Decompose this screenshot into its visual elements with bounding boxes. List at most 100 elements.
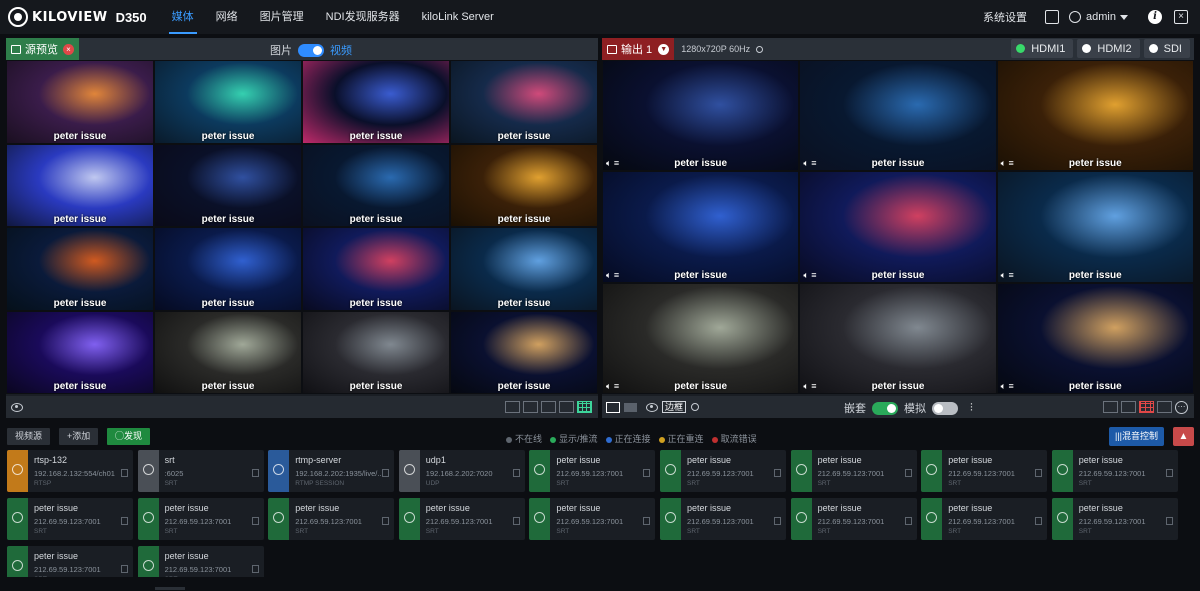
preview-video-cell[interactable]: peter issue [450, 227, 598, 311]
port-sdi-button[interactable]: SDI [1143, 39, 1190, 58]
preview-video-cell[interactable]: peter issue [6, 310, 154, 394]
nest-toggle[interactable] [872, 401, 898, 415]
source-card[interactable]: peter issue 212.69.59.123:7001 SRT [660, 450, 786, 492]
delete-icon[interactable] [774, 517, 781, 525]
image-video-toggle[interactable] [298, 43, 324, 57]
add-source-button[interactable]: +添加 [59, 428, 99, 445]
info-icon[interactable]: i [1148, 10, 1162, 24]
preview-video-cell[interactable]: peter issue [6, 60, 154, 144]
video-sources-button[interactable]: 视频源 [7, 428, 51, 445]
delete-icon[interactable] [1165, 517, 1173, 525]
port-hdmi2-button[interactable]: HDMI2 [1077, 39, 1140, 58]
output-video-cell[interactable]: 🔈︎ ≡ peter issue [996, 282, 1194, 394]
output-video-cell[interactable]: 🔈︎ ≡ peter issue [602, 60, 800, 172]
source-card[interactable]: peter issue 212.69.59.123:7001 SRT [529, 498, 656, 540]
scroll-thumb[interactable] [155, 587, 185, 590]
output-video-cell[interactable]: 🔈︎ ≡ peter issue [799, 60, 997, 172]
preview-video-cell[interactable]: peter issue [302, 60, 450, 144]
eye-icon[interactable] [11, 402, 23, 412]
alarm-icon[interactable]: ▲ [1173, 427, 1194, 446]
gear-icon[interactable] [691, 403, 700, 411]
preview-video-cell[interactable]: peter issue [450, 60, 598, 144]
preview-video-cell[interactable]: peter issue [154, 60, 302, 144]
overlay-icon[interactable] [624, 402, 637, 412]
output-video-cell[interactable]: 🔈︎ ≡ peter issue [602, 282, 800, 394]
output-video-cell[interactable]: 🔈︎ ≡ peter issue [996, 60, 1194, 172]
system-settings-link[interactable]: 系统设置 [983, 9, 1027, 25]
chevron-down-icon[interactable] [1120, 14, 1128, 20]
nav-network[interactable]: 网络 [205, 0, 249, 34]
preview-video-cell[interactable]: peter issue [154, 310, 302, 394]
layout-3x3-button[interactable] [559, 401, 574, 413]
delete-icon[interactable] [512, 469, 520, 477]
source-card[interactable]: udp1 192.168.2.202:7020 UDP [398, 450, 525, 492]
delete-icon[interactable] [512, 517, 520, 525]
source-card[interactable]: peter issue 212.69.59.123:7001 SRT [268, 498, 395, 540]
source-card[interactable]: rtmp-server 192.168.2.202:1935/live/... RT… [268, 450, 395, 492]
user-name[interactable]: admin [1086, 11, 1116, 23]
delete-icon[interactable] [251, 565, 259, 573]
source-card[interactable]: peter issue 212.69.59.123:7001 SRT [398, 498, 525, 540]
delete-icon[interactable] [251, 517, 259, 525]
chevron-down-icon[interactable]: ▼ [658, 43, 670, 55]
delete-icon[interactable] [121, 469, 128, 477]
preview-video-cell[interactable]: peter issue [302, 310, 450, 394]
simulate-toggle[interactable] [932, 401, 958, 415]
layout-2x2-button[interactable] [1157, 401, 1172, 413]
delete-icon[interactable] [1035, 469, 1043, 477]
layout-3x3-button[interactable] [1139, 401, 1154, 413]
scrollbar[interactable] [0, 577, 1200, 591]
nav-ndi-discovery[interactable]: NDI发现服务器 [315, 0, 411, 34]
layout-1x2-button[interactable] [523, 401, 538, 413]
more-icon[interactable]: ⋯ [1175, 401, 1188, 414]
delete-icon[interactable] [774, 469, 781, 477]
output-video-cell[interactable]: 🔈︎ ≡ peter issue [602, 171, 800, 283]
border-button[interactable]: 边框 [662, 401, 687, 413]
source-card[interactable]: rtsp-132 192.168.2.132:554/ch01 RTSP [7, 450, 133, 492]
preview-video-cell[interactable]: peter issue [6, 227, 154, 311]
source-card[interactable]: peter issue 212.69.59.123:7001 SRT [7, 498, 133, 540]
output-video-cell[interactable]: 🔈︎ ≡ peter issue [799, 282, 997, 394]
source-card[interactable]: peter issue 212.69.59.123:7001 SRT [1051, 498, 1178, 540]
source-card[interactable]: peter issue 212.69.59.123:7001 SRT [529, 450, 656, 492]
eye-icon[interactable] [646, 402, 658, 412]
preview-video-cell[interactable]: peter issue [302, 143, 450, 227]
delete-icon[interactable] [1035, 517, 1043, 525]
preview-video-cell[interactable]: peter issue [450, 143, 598, 227]
layout-4x4-button[interactable] [577, 401, 592, 413]
delete-icon[interactable] [904, 517, 912, 525]
port-hdmi1-button[interactable]: HDMI1 [1011, 39, 1074, 58]
nav-image-management[interactable]: 图片管理 [249, 0, 315, 34]
output-tag[interactable]: 输出 1 ▼ [602, 38, 675, 60]
source-card[interactable]: peter issue 212.69.59.123:7001 SRT [921, 498, 1048, 540]
source-card[interactable]: peter issue 212.69.59.123:7001 SRT [921, 450, 1048, 492]
output-video-cell[interactable]: 🔈︎ ≡ peter issue [799, 171, 997, 283]
delete-icon[interactable] [1165, 469, 1173, 477]
monitor-icon[interactable] [1045, 10, 1060, 24]
source-card[interactable]: peter issue 212.69.59.123:7001 SRT [137, 498, 264, 540]
preview-video-cell[interactable]: peter issue [154, 143, 302, 227]
delete-icon[interactable] [121, 517, 128, 525]
output-video-cell[interactable]: 🔈︎ ≡ peter issue [996, 171, 1194, 283]
source-card[interactable]: srt:6025 SRT [137, 450, 264, 492]
delete-icon[interactable] [643, 517, 651, 525]
source-card[interactable]: peter issue 212.69.59.123:7001 SRT [660, 498, 786, 540]
delete-icon[interactable] [382, 517, 390, 525]
source-card[interactable]: peter issue 212.69.59.123:7001 SRT [790, 450, 917, 492]
audio-mix-control-button[interactable]: |||混音控制 [1108, 427, 1164, 446]
layout-1x2-button[interactable] [1121, 401, 1136, 413]
nav-kilolink-server[interactable]: kiloLink Server [411, 0, 505, 34]
nav-media[interactable]: 媒体 [161, 0, 205, 34]
exit-icon[interactable]: × [1174, 10, 1188, 24]
gear-icon[interactable] [756, 45, 764, 53]
layout-1x1-button[interactable] [505, 401, 520, 413]
delete-icon[interactable] [904, 469, 912, 477]
source-card[interactable]: peter issue 212.69.59.123:7001 SRT [790, 498, 917, 540]
preview-video-cell[interactable]: peter issue [450, 310, 598, 394]
delete-icon[interactable] [643, 469, 651, 477]
preview-video-cell[interactable]: peter issue [154, 227, 302, 311]
equalizer-icon[interactable]: ⫶ [970, 402, 973, 415]
delete-icon[interactable] [121, 565, 128, 573]
delete-icon[interactable] [382, 469, 390, 477]
source-card[interactable]: peter issue 212.69.59.123:7001 SRT [1051, 450, 1178, 492]
